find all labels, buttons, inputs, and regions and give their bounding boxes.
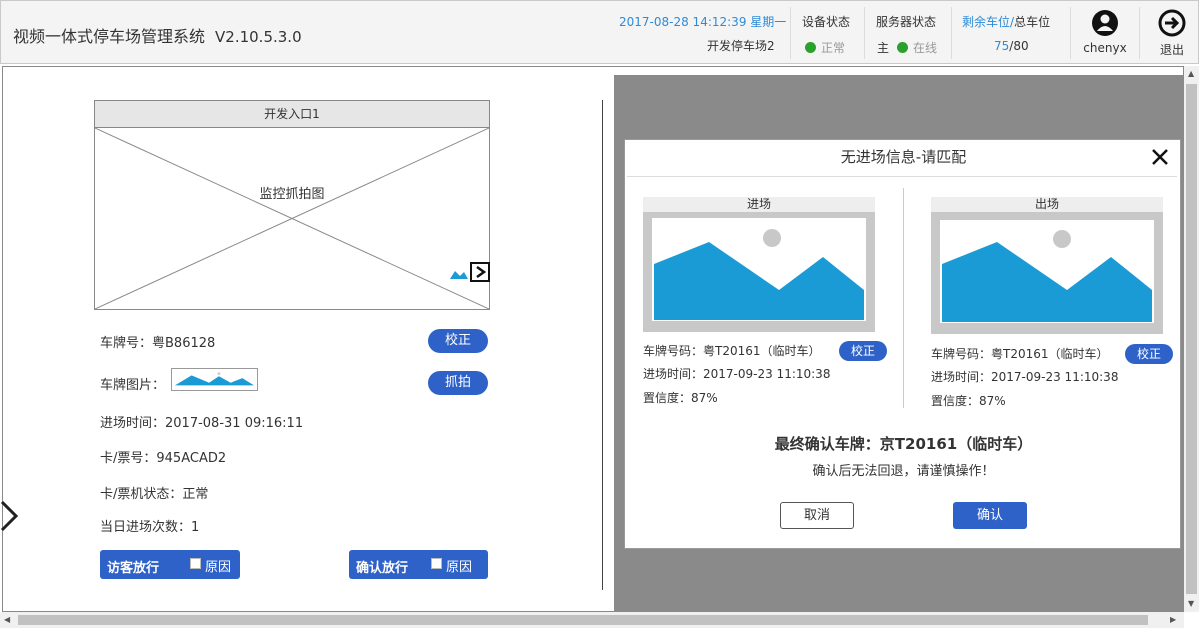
user-menu[interactable]: chenyx: [1083, 9, 1127, 55]
exit-plate-line: 车牌号码：粤T20161（临时车）: [931, 347, 1109, 361]
entry-panel-head: 进场: [643, 197, 875, 212]
logout-icon: [1158, 9, 1186, 37]
device-status-title: 设备状态: [802, 15, 851, 29]
final-plate: 最终确认车牌：京T20161（临时车）: [774, 435, 1033, 453]
parking-lot-name: 开发停车场2: [707, 39, 775, 53]
device-status-value: 正常: [821, 41, 846, 55]
username: chenyx: [1083, 41, 1127, 55]
header-divider: [864, 7, 865, 59]
dialog-divider: [627, 176, 1177, 177]
visitor-reason-label: 原因: [205, 560, 232, 575]
match-dialog: 无进场信息-请匹配 进场 车牌号码：粤T20161（临时车） 校正 进场时间：2…: [624, 139, 1181, 549]
plate-label: 车牌号：: [100, 336, 153, 351]
current-datetime: 2017-08-28 14:12:39 星期一: [619, 15, 787, 29]
irreversible-warning: 确认后无法回退，请谨慎操作！: [812, 464, 995, 479]
entry-time-line: 进场时间：2017-09-23 11:10:38: [643, 367, 831, 381]
header-divider: [1070, 7, 1071, 59]
spaces-remaining-title: 剩余车位: [962, 15, 1011, 29]
close-icon[interactable]: [1149, 146, 1171, 168]
user-icon: [1092, 10, 1118, 36]
scroll-down-icon[interactable]: ▼: [1188, 599, 1194, 608]
spaces-value: 75/80: [994, 39, 1029, 53]
confirm-reason-checkbox[interactable]: [431, 558, 442, 569]
logout-button[interactable]: 退出: [1151, 9, 1193, 58]
dialog-title: 无进场信息-请匹配: [840, 148, 967, 166]
header-divider: [1139, 7, 1140, 59]
device-status: 正常: [805, 39, 845, 56]
vertical-scrollbar[interactable]: ▲ ▼: [1184, 66, 1199, 612]
camera-placeholder-graphic: [95, 128, 489, 309]
capture-button[interactable]: 抓拍: [428, 371, 488, 395]
spaces-total-value: /80: [1009, 39, 1029, 53]
visitor-release-button[interactable]: 访客放行 原因: [100, 550, 240, 579]
header-divider: [790, 7, 791, 59]
plate-number: 车牌号：粤B86128: [100, 332, 215, 351]
card-status-label: 卡/票机状态：: [100, 487, 183, 502]
exit-image[interactable]: [931, 212, 1163, 334]
camera-title: 开发入口1: [95, 101, 489, 128]
plate-image-label: 车牌图片：: [100, 378, 166, 393]
status-online-dot-icon: [897, 42, 909, 53]
entry-time: 进场时间：2017-08-31 09:16:11: [100, 412, 303, 431]
daily-entry-count: 当日进场次数：1: [100, 516, 199, 535]
top-bar: 视频一体式停车场管理系统 V2.10.5.3.0 2017-08-28 14:12…: [0, 0, 1199, 64]
visitor-release-label: 访客放行: [107, 561, 160, 576]
visitor-reason-checkbox[interactable]: [190, 558, 201, 569]
status-ok-dot-icon: [805, 42, 816, 53]
card-label: 卡/票号：: [100, 451, 157, 466]
entry-plate-line: 车牌号码：粤T20161（临时车）: [643, 344, 821, 358]
card-machine-status: 卡/票机状态：正常: [100, 483, 208, 502]
dialog-panel-divider: [903, 188, 904, 408]
server-status: 主 在线: [877, 39, 937, 56]
correct-plate-button[interactable]: 校正: [428, 329, 488, 353]
camera-placeholder-label: 监控抓拍图: [95, 183, 489, 202]
card-number: 卡/票号：945ACAD2: [100, 447, 226, 466]
confirm-reason-label: 原因: [446, 560, 473, 575]
server-status-title: 服务器状态: [876, 15, 937, 29]
vertical-scroll-thumb[interactable]: [1186, 84, 1197, 594]
plate-image-thumbnail[interactable]: [171, 368, 258, 391]
exit-panel-head: 出场: [931, 197, 1163, 212]
image-icon[interactable]: [449, 265, 469, 281]
spaces-remaining-value: 75: [994, 39, 1010, 53]
plate-value: 粤B86128: [152, 336, 216, 351]
server-role: 主: [877, 41, 890, 55]
entry-time-label: 进场时间：: [100, 416, 166, 431]
play-icon[interactable]: [470, 262, 490, 282]
spaces-total-title: 总车位: [1014, 15, 1051, 29]
server-status-value: 在线: [913, 41, 938, 55]
panel-divider: [602, 100, 603, 590]
camera-placeholder-text: 监控抓拍图: [257, 187, 327, 202]
card-status-value: 正常: [182, 487, 209, 502]
logout-label: 退出: [1159, 43, 1184, 57]
cancel-button[interactable]: 取消: [780, 502, 854, 529]
exit-correct-button[interactable]: 校正: [1125, 344, 1173, 364]
horizontal-scroll-thumb[interactable]: [18, 615, 1148, 625]
scroll-right-icon[interactable]: ▶: [1170, 615, 1176, 624]
entry-image[interactable]: [643, 212, 875, 332]
chevron-left-icon[interactable]: [0, 500, 20, 532]
confirm-release-label: 确认放行: [356, 561, 409, 576]
horizontal-scrollbar[interactable]: ◀ ▶: [0, 612, 1184, 628]
entry-correct-button[interactable]: 校正: [839, 341, 887, 361]
app-title: 视频一体式停车场管理系统 V2.10.5.3.0: [13, 23, 302, 47]
exit-time-line: 进场时间：2017-09-23 11:10:38: [931, 370, 1119, 384]
confirm-release-button[interactable]: 确认放行 原因: [349, 550, 488, 579]
exit-confidence-line: 置信度：87%: [931, 394, 1006, 408]
spaces-title: 剩余车位/总车位: [962, 13, 1050, 30]
daily-count-label: 当日进场次数：: [100, 520, 192, 535]
scroll-up-icon[interactable]: ▲: [1188, 69, 1194, 78]
card-value: 945ACAD2: [156, 451, 227, 466]
entry-time-value: 2017-08-31 09:16:11: [165, 416, 304, 431]
app-version: V2.10.5.3.0: [215, 28, 302, 46]
confirm-button[interactable]: 确认: [953, 502, 1027, 529]
scroll-left-icon[interactable]: ◀: [4, 615, 10, 624]
daily-count-value: 1: [191, 520, 200, 535]
entry-confidence-line: 置信度：87%: [643, 391, 718, 405]
app-name: 视频一体式停车场管理系统: [13, 27, 206, 46]
camera-panel: 开发入口1 监控抓拍图: [94, 100, 490, 310]
header-divider: [951, 7, 952, 59]
